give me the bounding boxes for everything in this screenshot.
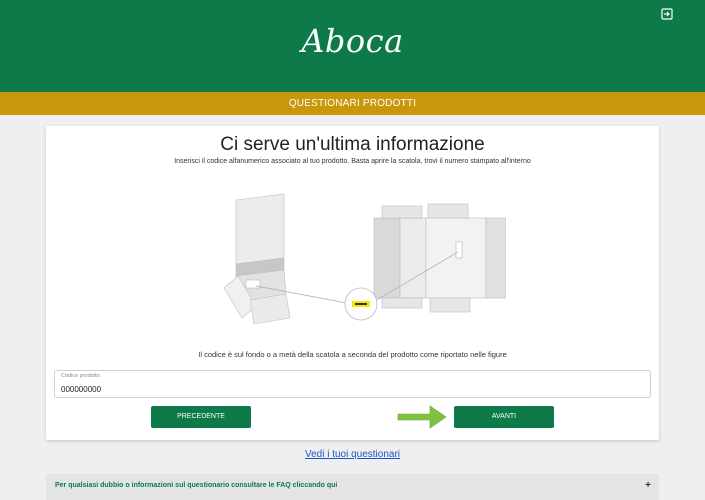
- info-card: Ci serve un'ultima informazione Inserisc…: [46, 126, 659, 440]
- expand-icon[interactable]: +: [645, 480, 651, 491]
- product-code-field[interactable]: Codice prodotto: [54, 370, 651, 398]
- top-header: Aboca: [0, 0, 705, 92]
- arrow-pointer-icon: [397, 405, 447, 429]
- previous-button[interactable]: PRECEDENTE: [151, 406, 251, 428]
- view-questionnaires-link[interactable]: Vedi i tuoi questionari: [0, 449, 705, 460]
- aboca-logo: Aboca: [301, 22, 404, 60]
- magnifier-circle: [344, 287, 378, 321]
- next-button[interactable]: AVANTI: [454, 406, 554, 428]
- page-subtitle: Inserisci il codice alfanumerico associa…: [174, 158, 531, 165]
- box-illustration: [223, 193, 506, 325]
- standing-box-drawing: [223, 193, 291, 325]
- code-location-note: Il codice è sul fondo o a metà della sca…: [198, 350, 507, 359]
- logout-icon[interactable]: [661, 8, 673, 20]
- product-code-label: Codice prodotto: [61, 373, 100, 379]
- unfolded-box-drawing: [373, 203, 506, 313]
- page-title: Ci serve un'ultima informazione: [220, 134, 485, 155]
- faq-text[interactable]: Per qualsiasi dubbio o informazioni sul …: [55, 482, 337, 489]
- product-code-input[interactable]: [61, 383, 641, 395]
- faq-bar[interactable]: Per qualsiasi dubbio o informazioni sul …: [46, 474, 659, 500]
- section-banner: QUESTIONARI PRODOTTI: [0, 92, 705, 115]
